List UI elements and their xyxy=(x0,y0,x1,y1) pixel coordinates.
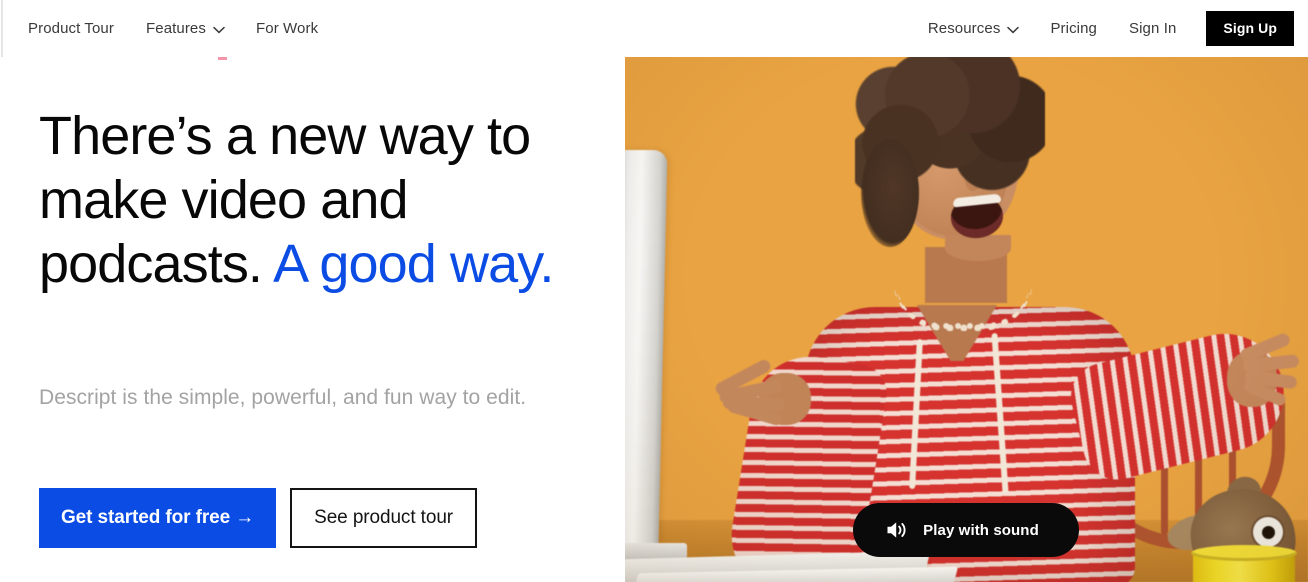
left-hand xyxy=(707,345,811,427)
page-title: There’s a new way to make video and podc… xyxy=(39,104,559,296)
headline-accent-text: A good way. xyxy=(273,234,554,294)
monitor-stand xyxy=(625,543,687,559)
hero-video-player[interactable]: Play with sound xyxy=(625,57,1308,582)
nav-item-for-work[interactable]: For Work xyxy=(240,0,334,57)
nav-item-resources[interactable]: Resources xyxy=(912,0,1035,57)
nav-item-product-tour-label: Product Tour xyxy=(28,20,114,37)
hero-cta-row: Get started for free → See product tour xyxy=(39,488,478,548)
chin xyxy=(945,235,1011,261)
play-with-sound-button[interactable]: Play with sound xyxy=(853,503,1079,557)
nav-item-features[interactable]: Features xyxy=(130,0,240,57)
play-with-sound-label: Play with sound xyxy=(923,521,1039,539)
secondary-nav-links: Resources Pricing Sign In Sign Up xyxy=(912,0,1294,57)
right-hand xyxy=(1227,331,1308,423)
primary-nav-links: Product Tour Features For Work xyxy=(12,0,334,57)
chevron-down-icon xyxy=(1007,26,1020,34)
hero-subheadline: Descript is the simple, powerful, and fu… xyxy=(39,386,527,409)
get-started-for-free-button[interactable]: Get started for free → xyxy=(39,488,277,548)
navbar-left-edge-rule xyxy=(1,0,3,57)
nav-item-pricing-label: Pricing xyxy=(1050,20,1097,37)
nav-item-resources-label: Resources xyxy=(927,20,1001,37)
nav-item-product-tour[interactable]: Product Tour xyxy=(12,0,130,57)
nav-item-for-work-label: For Work xyxy=(255,20,319,37)
nav-item-sign-in-label: Sign In xyxy=(1129,20,1177,37)
speaker-sound-icon xyxy=(885,519,909,541)
hero-text-panel: There’s a new way to make video and podc… xyxy=(0,57,625,582)
top-navigation-bar: Product Tour Features For Work Resources… xyxy=(0,0,1308,57)
plush-toy-pupil xyxy=(1262,526,1275,539)
chevron-down-icon xyxy=(213,26,225,34)
nav-item-sign-in[interactable]: Sign In xyxy=(1113,0,1192,57)
curly-hair-side xyxy=(861,139,919,247)
yellow-cup-rim xyxy=(1191,545,1297,561)
nav-item-pricing[interactable]: Pricing xyxy=(1034,0,1113,57)
see-product-tour-button[interactable]: See product tour xyxy=(290,488,478,548)
sign-up-button[interactable]: Sign Up xyxy=(1206,11,1294,46)
nav-item-features-label: Features xyxy=(145,20,206,37)
eyebrow-badge-clipped xyxy=(218,57,227,60)
